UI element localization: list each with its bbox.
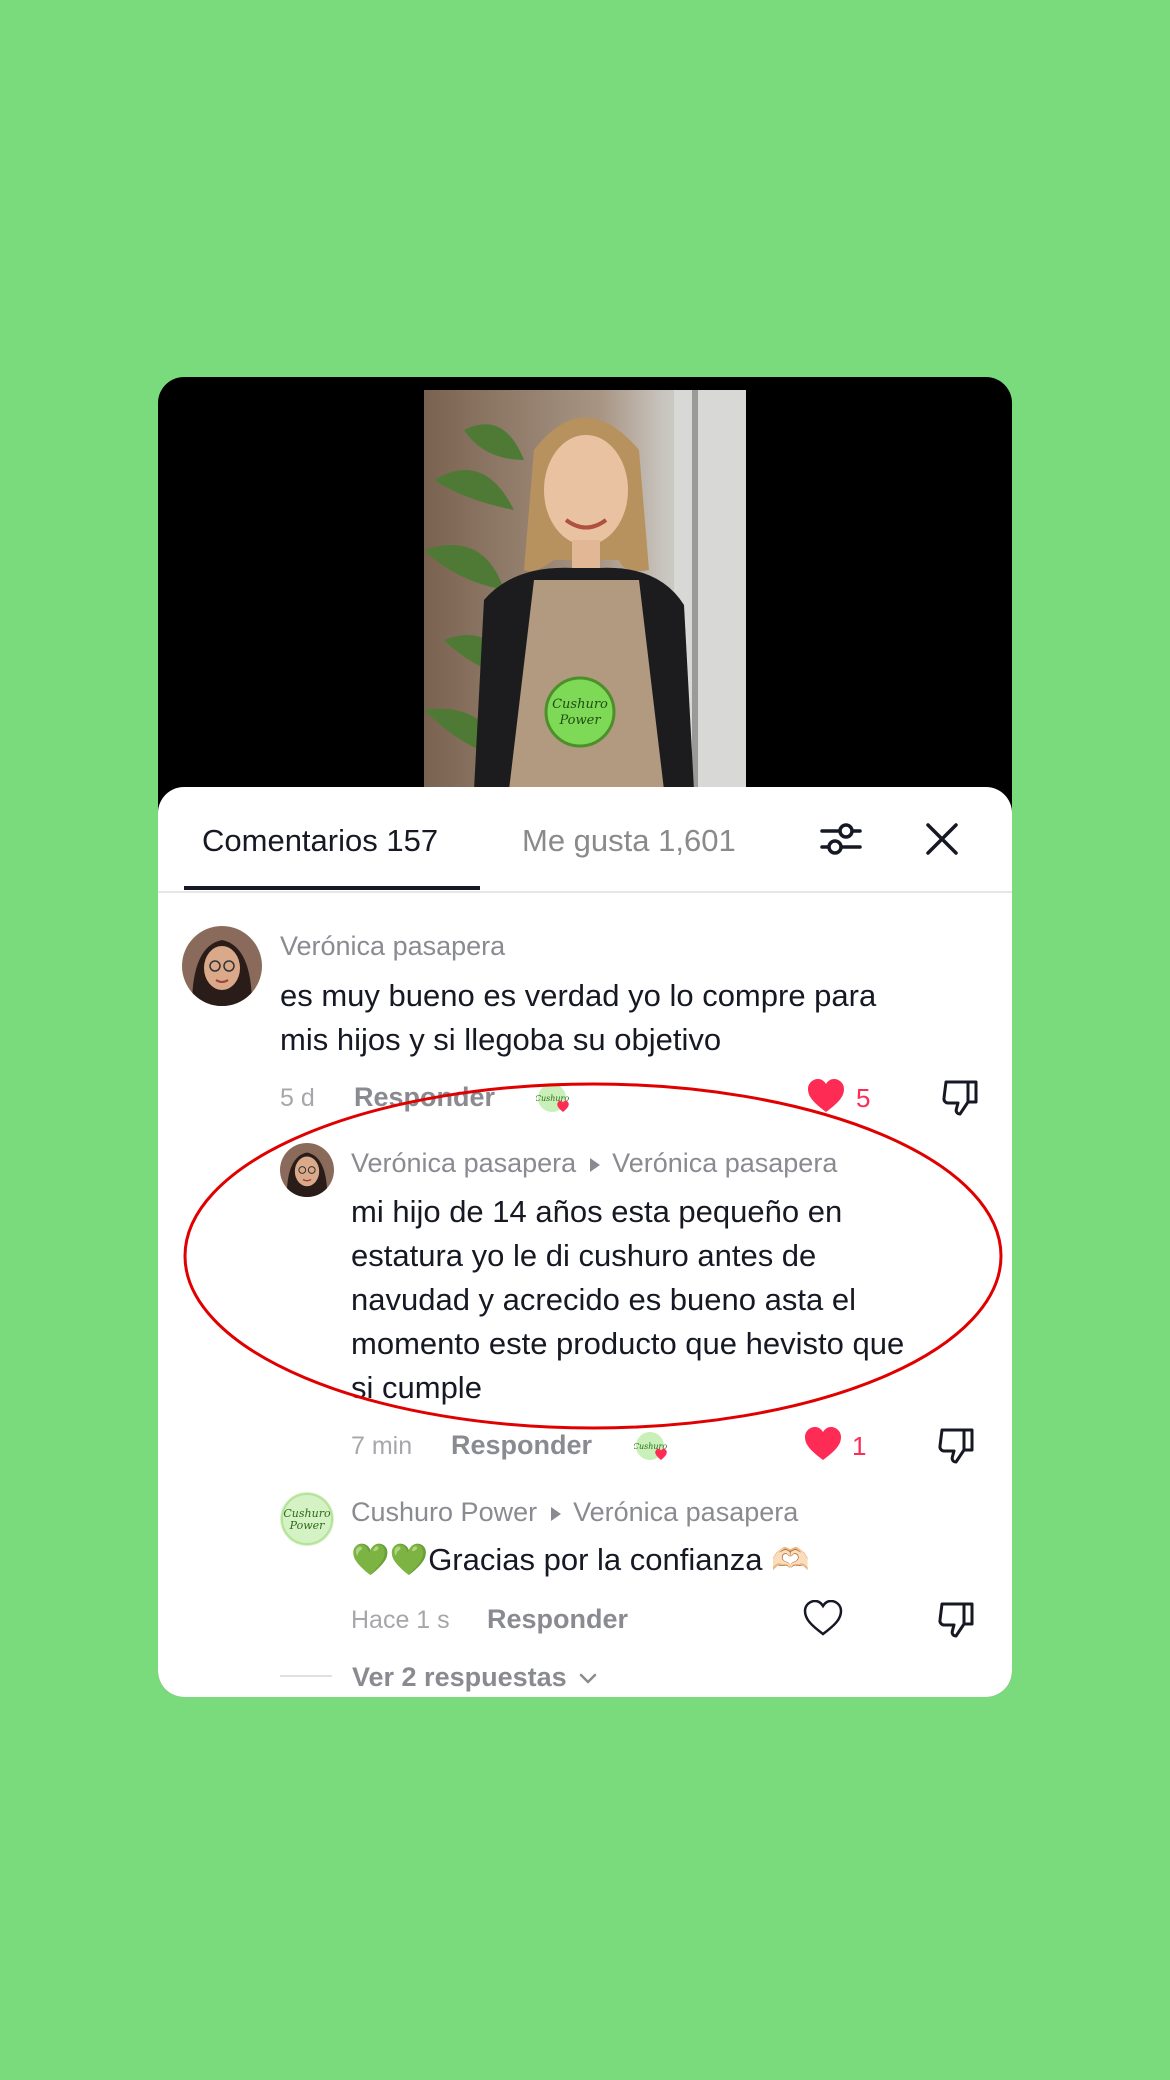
reply-button[interactable]: Responder bbox=[451, 1430, 592, 1461]
comment-time: 7 min bbox=[351, 1432, 413, 1460]
creator-avatar-image: Cushuro Power bbox=[280, 1492, 334, 1546]
comment-text: es muy bueno es verdad yo lo compre para… bbox=[280, 978, 877, 1057]
comments-tabs: Comentarios 157 Me gusta 1,601 bbox=[158, 787, 1012, 893]
like-button[interactable] bbox=[803, 1426, 843, 1467]
tab-comments[interactable]: Comentarios 157 bbox=[202, 823, 438, 859]
like-button[interactable] bbox=[803, 1599, 843, 1641]
video-badge-text: Cushuro bbox=[552, 697, 608, 712]
avatar[interactable]: Cushuro Power bbox=[280, 1492, 334, 1546]
chevron-down-icon bbox=[579, 1673, 597, 1684]
comment-text: 💚💚Gracias por la confianza 🫶🏻 bbox=[351, 1542, 810, 1577]
creator-like-badge-icon: Cushuro bbox=[633, 1430, 667, 1462]
like-count: 1 bbox=[852, 1431, 867, 1461]
reply-arrow-icon bbox=[551, 1506, 562, 1521]
avatar-image bbox=[182, 926, 262, 1006]
dislike-icon bbox=[938, 1602, 974, 1638]
close-icon bbox=[926, 823, 958, 855]
comment-author[interactable]: Cushuro Power bbox=[351, 1497, 537, 1527]
heart-icon bbox=[803, 1599, 843, 1636]
dislike-button[interactable] bbox=[936, 1426, 976, 1471]
close-button[interactable] bbox=[920, 817, 964, 861]
svg-text:Power: Power bbox=[558, 713, 601, 728]
filter-icon bbox=[820, 823, 862, 855]
highlight-ellipse bbox=[183, 1082, 1003, 1430]
comment-author-line: Cushuro Power Verónica pasapera bbox=[351, 1497, 798, 1528]
reply-button[interactable]: Responder bbox=[487, 1604, 628, 1635]
dislike-icon bbox=[938, 1428, 974, 1464]
comment-author[interactable]: Verónica pasapera bbox=[280, 931, 505, 962]
tab-likes[interactable]: Me gusta 1,601 bbox=[522, 823, 736, 859]
video-thumbnail[interactable]: Cushuro Power bbox=[424, 390, 746, 790]
filter-button[interactable] bbox=[818, 817, 864, 861]
svg-text:Power: Power bbox=[289, 1519, 326, 1532]
view-replies-button[interactable]: Ver 2 respuestas bbox=[352, 1662, 598, 1693]
tab-active-underline bbox=[184, 886, 480, 890]
dislike-button[interactable] bbox=[936, 1600, 976, 1645]
avatar[interactable] bbox=[182, 926, 262, 1006]
view-replies-divider bbox=[280, 1675, 332, 1677]
video-image: Cushuro Power bbox=[424, 390, 746, 790]
comment-time: Hace 1 s bbox=[351, 1606, 450, 1634]
reply-to-author[interactable]: Verónica pasapera bbox=[573, 1497, 798, 1527]
